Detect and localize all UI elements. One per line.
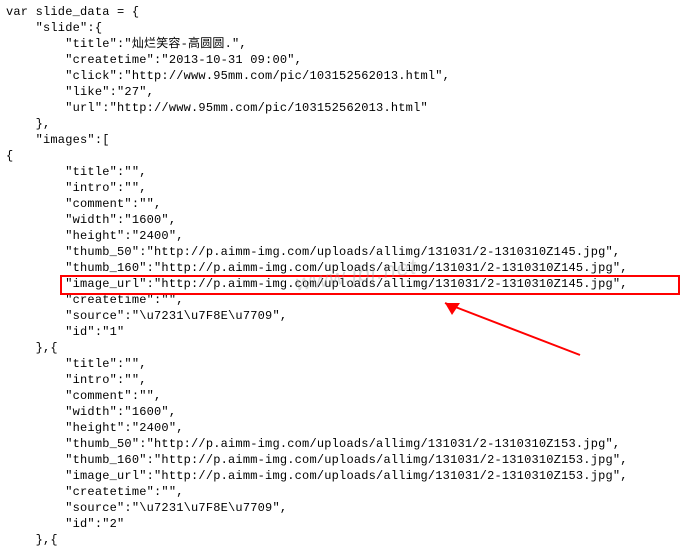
- code-line: "thumb_50":"http://p.aimm-img.com/upload…: [6, 245, 620, 259]
- code-line: "images":[: [6, 133, 110, 147]
- code-line: "height":"2400",: [6, 229, 184, 243]
- code-line: "intro":"",: [6, 373, 147, 387]
- code-line: "like":"27",: [6, 85, 154, 99]
- code-line: "createtime":"2013-10-31 09:00",: [6, 53, 302, 67]
- code-block: var slide_data = { "slide":{ "title":"灿烂…: [0, 0, 694, 548]
- code-line: "title":"",: [6, 165, 147, 179]
- code-line: "image_url":"http://p.aimm-img.com/uploa…: [6, 277, 628, 291]
- code-line: "height":"2400",: [6, 421, 184, 435]
- code-line: "width":"1600",: [6, 405, 176, 419]
- code-line: {: [6, 149, 13, 163]
- code-line: "comment":"",: [6, 197, 161, 211]
- code-line: "id":"1": [6, 325, 124, 339]
- code-line: "image_url":"http://p.aimm-img.com/uploa…: [6, 469, 628, 483]
- code-line: "source":"\u7231\u7F8E\u7709",: [6, 501, 287, 515]
- code-line: "createtime":"",: [6, 485, 184, 499]
- code-line: "thumb_160":"http://p.aimm-img.com/uploa…: [6, 261, 628, 275]
- code-line: var slide_data = {: [6, 5, 139, 19]
- code-line: "intro":"",: [6, 181, 147, 195]
- code-line: "width":"1600",: [6, 213, 176, 227]
- code-line: },: [6, 117, 50, 131]
- code-line: },{: [6, 533, 58, 547]
- code-line: "title":"",: [6, 357, 147, 371]
- code-line: "comment":"",: [6, 389, 161, 403]
- code-line: "source":"\u7231\u7F8E\u7709",: [6, 309, 287, 323]
- code-line: "thumb_50":"http://p.aimm-img.com/upload…: [6, 437, 620, 451]
- code-line: "slide":{: [6, 21, 102, 35]
- code-line: "thumb_160":"http://p.aimm-img.com/uploa…: [6, 453, 628, 467]
- code-line: "title":"灿烂笑容-高圆圆.",: [6, 37, 247, 51]
- code-line: "url":"http://www.95mm.com/pic/103152562…: [6, 101, 428, 115]
- code-line: "click":"http://www.95mm.com/pic/1031525…: [6, 69, 450, 83]
- code-line: "createtime":"",: [6, 293, 184, 307]
- code-line: "id":"2": [6, 517, 124, 531]
- code-line: },{: [6, 341, 58, 355]
